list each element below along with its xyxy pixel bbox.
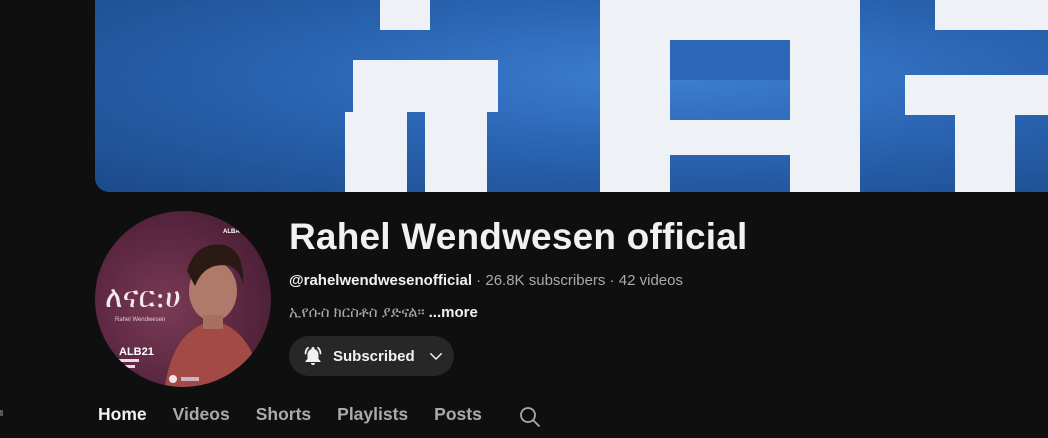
subscribed-label: Subscribed [333, 347, 415, 365]
subscribed-button[interactable]: Subscribed [289, 336, 454, 376]
edge-indicator [0, 410, 3, 416]
channel-meta: @rahelwendwesenofficial · 26.8K subscrib… [289, 272, 683, 289]
avatar-badge: ALB21 [119, 346, 154, 358]
tab-videos[interactable]: Videos [173, 404, 230, 425]
bell-ringing-icon [304, 346, 322, 365]
tab-home[interactable]: Home [98, 404, 147, 425]
channel-description[interactable]: ኢየሱስ ክርስቶስ ያድናል። ...more [289, 304, 478, 321]
channel-avatar[interactable]: ለናር:ሀ Rahel Wendwesen ALBA ALB21 [95, 211, 271, 387]
tab-shorts[interactable]: Shorts [256, 404, 311, 425]
avatar-artwork: ለናር:ሀ Rahel Wendwesen ALBA ALB21 [105, 229, 263, 387]
meta-separator: · [605, 272, 619, 289]
more-link[interactable]: ...more [429, 304, 478, 321]
subscriber-count: 26.8K subscribers [485, 272, 606, 289]
meta-separator: · [472, 272, 486, 289]
channel-banner [95, 0, 1048, 192]
channel-tabs: Home Videos Shorts Playlists Posts [98, 404, 508, 438]
video-count: 42 videos [618, 272, 683, 289]
tab-posts[interactable]: Posts [434, 404, 482, 425]
avatar-corner-logo: ALBA [223, 229, 240, 235]
tab-playlists[interactable]: Playlists [337, 404, 408, 425]
search-icon[interactable] [518, 405, 542, 429]
channel-title: Rahel Wendwesen official [289, 216, 748, 257]
avatar-title-script: ለናር:ሀ [105, 280, 181, 315]
banner-artwork [345, 0, 1048, 192]
channel-handle: @rahelwendwesenofficial [289, 272, 473, 289]
chevron-down-icon [429, 353, 442, 360]
avatar-artist-subtitle: Rahel Wendwesen [115, 317, 165, 323]
description-text: ኢየሱስ ክርስቶስ ያድናል። [289, 304, 425, 321]
